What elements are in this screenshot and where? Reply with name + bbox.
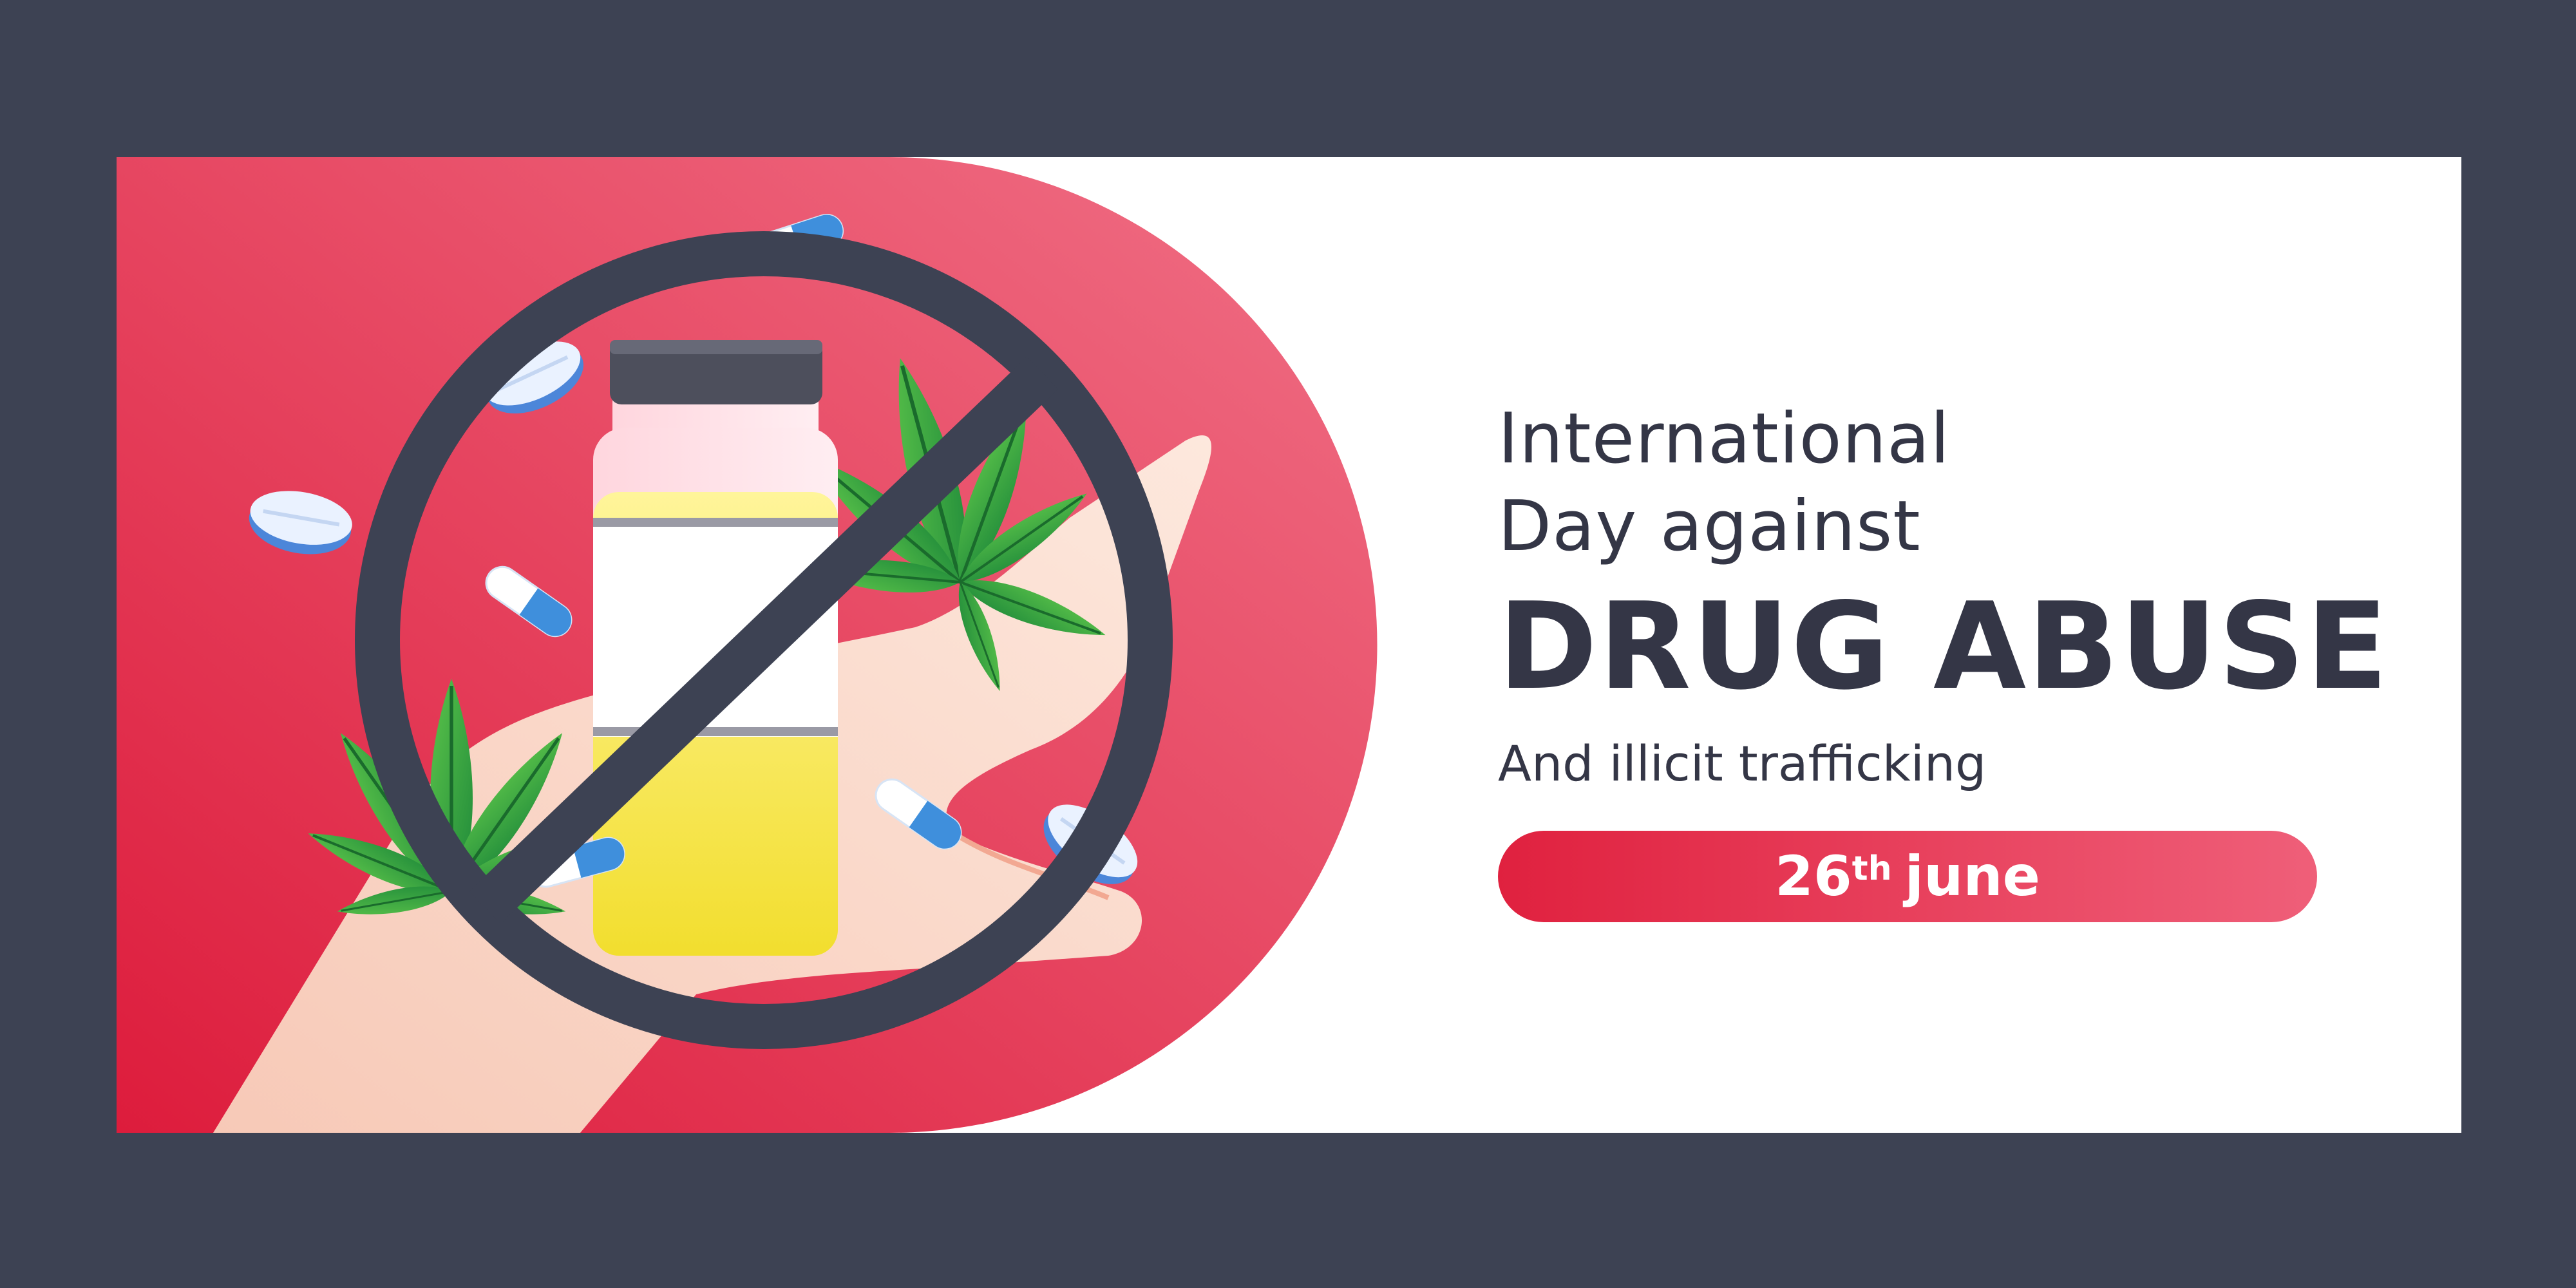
date-suffix: th (1852, 849, 1892, 888)
banner-card: International Day against DRUG ABUSE And… (117, 157, 2461, 1133)
date-badge: 26 th june (1498, 831, 2317, 922)
illustration (117, 157, 1378, 1133)
title-line-1: International (1498, 399, 1951, 479)
subtitle: And illicit trafficking (1498, 735, 1987, 792)
medicine-bottle-icon (593, 340, 838, 956)
banner-text: International Day against DRUG ABUSE And… (1498, 395, 2412, 922)
headline: DRUG ABUSE (1498, 576, 2389, 716)
date-day: 26 (1775, 844, 1852, 909)
banner-frame: International Day against DRUG ABUSE And… (0, 0, 2576, 1288)
title-line-2: Day against (1498, 486, 1921, 567)
date-month: june (1904, 844, 2040, 909)
